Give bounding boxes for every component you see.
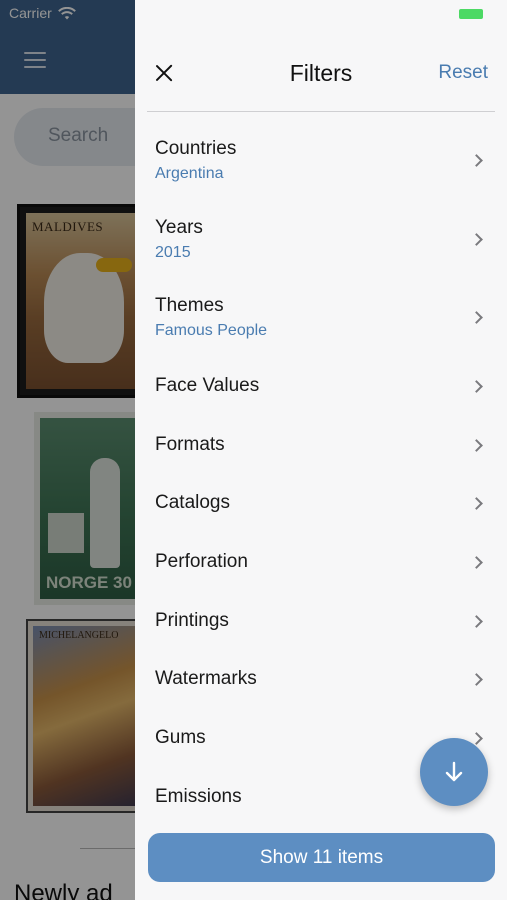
header-divider: [147, 111, 495, 112]
filter-item-perforation[interactable]: Perforation: [135, 542, 507, 582]
filter-label: Catalogs: [155, 492, 230, 513]
filter-item-years[interactable]: Years 2015: [135, 209, 507, 275]
arrow-down-icon: [445, 761, 463, 782]
filter-item-watermarks[interactable]: Watermarks: [135, 659, 507, 699]
filter-label: Years: [155, 217, 203, 238]
filter-label: Emissions: [155, 786, 242, 807]
battery-icon: [459, 9, 483, 19]
chevron-right-icon: [470, 497, 483, 510]
chevron-right-icon: [470, 380, 483, 393]
filter-item-formats[interactable]: Formats: [135, 425, 507, 465]
filter-item-face-values[interactable]: Face Values: [135, 366, 507, 406]
chevron-right-icon: [470, 615, 483, 628]
filter-item-printings[interactable]: Printings: [135, 601, 507, 641]
show-items-button[interactable]: Show 11 items: [148, 833, 495, 882]
filter-label: Gums: [155, 727, 206, 748]
show-items-label: Show 11 items: [259, 846, 384, 868]
filter-label: Perforation: [155, 551, 248, 572]
filter-label: Themes: [155, 295, 224, 316]
filter-label: Countries: [155, 138, 237, 159]
filter-value: Argentina: [155, 165, 224, 182]
chevron-right-icon: [470, 154, 483, 167]
filter-item-catalogs[interactable]: Catalogs: [135, 483, 507, 523]
filter-label: Formats: [155, 434, 225, 455]
scroll-down-button[interactable]: [420, 738, 488, 806]
chevron-right-icon: [470, 556, 483, 569]
filter-item-themes[interactable]: Themes Famous People: [135, 287, 507, 353]
filter-label: Printings: [155, 610, 229, 631]
reset-button[interactable]: Reset: [438, 62, 488, 84]
filter-value: 2015: [155, 244, 191, 261]
filter-label: Face Values: [155, 375, 260, 396]
chevron-right-icon: [470, 311, 483, 324]
filter-label: Watermarks: [155, 668, 257, 689]
filter-value: Famous People: [155, 322, 268, 339]
chevron-right-icon: [470, 673, 483, 686]
chevron-right-icon: [470, 439, 483, 452]
drawer-header: Filters Reset: [135, 40, 507, 112]
chevron-right-icon: [470, 233, 483, 246]
filter-item-countries[interactable]: Countries Argentina: [135, 130, 507, 196]
